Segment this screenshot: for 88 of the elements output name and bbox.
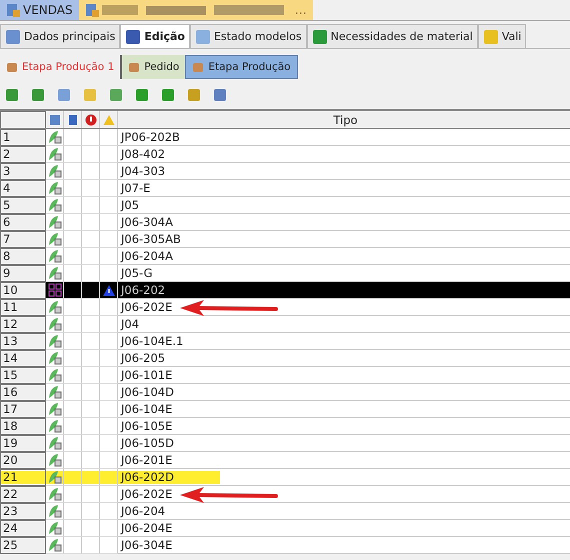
row-number[interactable]: 21 — [0, 469, 46, 486]
tab[interactable]: Necessidades de material — [306, 24, 478, 48]
table-row[interactable]: 21 J06-202D — [0, 469, 570, 486]
row-number[interactable]: 1 — [0, 129, 46, 146]
row-number[interactable]: 11 — [0, 299, 46, 316]
table-row[interactable]: 7 J06-305AB — [0, 231, 570, 248]
model-icon — [48, 114, 60, 126]
tab-icon — [194, 28, 211, 44]
table-row[interactable]: 12 J04 — [0, 316, 570, 333]
row-number[interactable]: 4 — [0, 180, 46, 197]
document-tab[interactable]: VENDAS — [0, 0, 79, 20]
row-number[interactable]: 24 — [0, 520, 46, 537]
table-row[interactable]: 15 J06-101E — [0, 367, 570, 384]
table-row[interactable]: 11 J06-202E — [0, 299, 570, 316]
row-number[interactable]: 3 — [0, 163, 46, 180]
document-icon — [84, 3, 99, 17]
table-row[interactable]: 17 J06-104E — [0, 401, 570, 418]
toolbar-icon[interactable] — [108, 87, 124, 103]
tab-label: VENDAS — [23, 3, 73, 17]
toolbar-icon[interactable] — [212, 87, 228, 103]
row-number[interactable]: 13 — [0, 333, 46, 350]
table-cell — [64, 537, 82, 554]
table-row[interactable]: 9 J05-G — [0, 265, 570, 282]
table-row[interactable]: 1 JP06-202B — [0, 129, 570, 146]
toolbar-icon[interactable] — [160, 87, 176, 103]
row-number[interactable]: 20 — [0, 452, 46, 469]
sub-tab[interactable]: Pedido — [122, 55, 186, 79]
tab[interactable]: Estado modelos — [190, 24, 307, 48]
row-number[interactable]: 5 — [0, 197, 46, 214]
table-row[interactable]: 3 J04-303 — [0, 163, 570, 180]
tab-icon — [312, 28, 328, 44]
row-number[interactable]: 23 — [0, 503, 46, 520]
table-row[interactable]: 25 J06-304E — [0, 537, 570, 554]
table-row[interactable]: 22 J06-202E — [0, 486, 570, 503]
document-icon — [66, 114, 78, 126]
tab-icon — [482, 28, 499, 44]
table-cell — [100, 537, 118, 554]
row-number[interactable]: 22 — [0, 486, 46, 503]
table-row[interactable]: 5 J05 — [0, 197, 570, 214]
tab[interactable]: Dados principais — [0, 24, 120, 48]
table-row[interactable]: 10 J06-202 — [0, 282, 570, 299]
tab-icon — [128, 61, 140, 73]
table-row[interactable]: 19 J06-105D — [0, 435, 570, 452]
row-number[interactable]: 7 — [0, 231, 46, 248]
tab[interactable]: Vali — [478, 24, 526, 48]
tab-icon — [125, 28, 142, 44]
table-row[interactable]: 13 J06-104E.1 — [0, 333, 570, 350]
row-number[interactable]: 14 — [0, 350, 46, 367]
table-cell: J06-304E — [118, 537, 570, 554]
row-number[interactable]: 10 — [0, 282, 46, 299]
row-number[interactable]: 19 — [0, 435, 46, 452]
error-icon — [84, 114, 96, 126]
table-row[interactable]: 6 J06-304A — [0, 214, 570, 231]
tab-icon — [192, 61, 204, 73]
toolbar-icon[interactable] — [30, 87, 46, 103]
toolbar-icon[interactable] — [56, 87, 72, 103]
table-row[interactable]: 20 J06-201E — [0, 452, 570, 469]
table-cell — [82, 537, 100, 554]
row-number[interactable]: 2 — [0, 146, 46, 163]
tab-label: … — [294, 3, 307, 17]
toolbar-icon[interactable] — [82, 87, 98, 103]
tab-icon — [5, 28, 21, 44]
table-row[interactable]: 24 J06-204E — [0, 520, 570, 537]
warning-icon — [102, 114, 114, 126]
toolbar-icon[interactable] — [186, 87, 202, 103]
table-row[interactable]: 4 J07-E — [0, 180, 570, 197]
stage-icon — [6, 61, 18, 73]
sub-tab[interactable]: Etapa Produção — [185, 55, 298, 79]
row-number[interactable]: 8 — [0, 248, 46, 265]
table-row[interactable]: 2 J08-402 — [0, 146, 570, 163]
row-number[interactable]: 16 — [0, 384, 46, 401]
row-number[interactable]: 18 — [0, 418, 46, 435]
row-number[interactable]: 9 — [0, 265, 46, 282]
table-row[interactable]: 14 J06-205 — [0, 350, 570, 367]
table-row[interactable]: 18 J06-105E — [0, 418, 570, 435]
row-number[interactable]: 17 — [0, 401, 46, 418]
table-row[interactable]: 8 J06-204A — [0, 248, 570, 265]
row-number[interactable]: 6 — [0, 214, 46, 231]
document-icon — [6, 3, 20, 17]
row-number[interactable]: 15 — [0, 367, 46, 384]
row-number[interactable]: 25 — [0, 537, 46, 554]
table-row[interactable]: 16 J06-104D — [0, 384, 570, 401]
row-number[interactable]: 12 — [0, 316, 46, 333]
toolbar-icon[interactable] — [4, 87, 20, 103]
toolbar-icon[interactable] — [134, 87, 150, 103]
section-title: Etapa Produção 1 — [22, 61, 114, 73]
table-row[interactable]: 23 J06-204 — [0, 503, 570, 520]
tab[interactable]: Edição — [120, 24, 190, 48]
